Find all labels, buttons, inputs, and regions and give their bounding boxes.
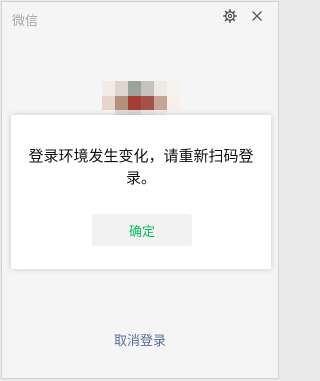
title-bar: 微信 — [2, 2, 278, 36]
login-expired-dialog: 登录环境发生变化，请重新扫码登录。 确定 — [11, 115, 271, 269]
avatar-pixel — [167, 81, 180, 96]
avatar-pixel — [115, 95, 128, 111]
avatar-pixel — [167, 95, 180, 111]
avatar-pixel — [141, 95, 154, 111]
gear-icon[interactable] — [221, 7, 239, 25]
confirm-button[interactable]: 确定 — [92, 214, 192, 246]
avatar-pixel — [154, 95, 167, 111]
avatar-pixel — [128, 95, 141, 111]
avatar-pixel — [128, 81, 141, 96]
avatar-pixel — [154, 81, 167, 96]
cancel-login-link[interactable]: 取消登录 — [2, 330, 278, 349]
dialog-message: 登录环境发生变化，请重新扫码登录。 — [28, 147, 254, 187]
avatar-pixel — [102, 95, 115, 111]
avatar-pixel — [141, 81, 154, 96]
avatar-pixel — [115, 81, 128, 96]
close-icon[interactable] — [248, 7, 266, 25]
avatar-pixel — [102, 81, 115, 96]
wechat-login-window: 微信 登录环境发生变化，请重新扫码登录。 确定 取消登录 — [1, 1, 279, 379]
app-title: 微信 — [12, 14, 39, 29]
